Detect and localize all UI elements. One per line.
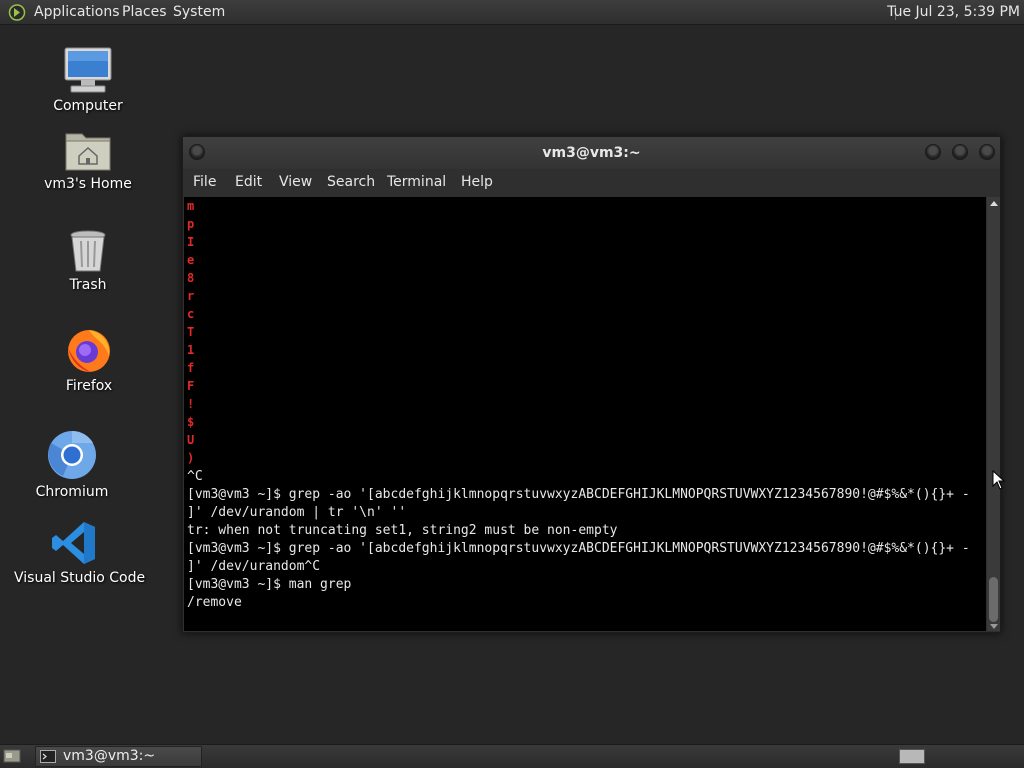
terminal-icon [40, 750, 56, 763]
desktop-icon-label: Chromium [35, 484, 109, 500]
random-char: f [187, 361, 195, 375]
close-button[interactable] [979, 144, 995, 160]
trash-icon [70, 230, 106, 272]
random-char: r [187, 289, 195, 303]
minimize-button[interactable] [925, 144, 941, 160]
terminal-line: [vm3@vm3 ~]$ man grep [187, 577, 352, 592]
scroll-down-arrow-icon[interactable] [990, 624, 998, 629]
desktop-icon-computer[interactable]: Computer [28, 46, 148, 114]
window-title: vm3@vm3:~ [542, 145, 641, 161]
bottom-panel: vm3@vm3:~ [0, 744, 1024, 768]
terminal-line: ]' /dev/urandom^C [187, 559, 321, 574]
desktop-icon-label: vm3's Home [44, 176, 132, 192]
random-char: $ [187, 415, 195, 429]
system-menu[interactable]: System [173, 0, 225, 25]
random-char: 8 [187, 271, 195, 285]
mouse-pointer-icon [992, 470, 1006, 490]
top-panel: Applications Places System Tue Jul 23, 5… [0, 0, 1024, 25]
terminal-line: [vm3@vm3 ~]$ grep -ao '[abcdefghijklmnop… [187, 541, 970, 556]
taskbar-button-label: vm3@vm3:~ [63, 748, 156, 764]
applications-menu-icon[interactable] [8, 4, 26, 21]
places-menu[interactable]: Places [122, 0, 167, 25]
scroll-thumb[interactable] [989, 577, 998, 622]
show-desktop-icon[interactable] [3, 748, 21, 764]
vertical-scrollbar[interactable] [987, 197, 1000, 631]
terminal-line: ^C [187, 469, 203, 484]
desktop-icon-label: Trash [69, 277, 107, 293]
random-char: I [187, 235, 195, 249]
workspace-switcher[interactable] [899, 749, 925, 764]
terminal-line: ]' /dev/urandom | tr '\n' '' [187, 505, 407, 520]
home-folder-icon [65, 133, 111, 171]
desktop-icon-label: Visual Studio Code [14, 570, 146, 586]
terminal-line: /remove [187, 595, 242, 610]
chromium-icon [48, 430, 96, 479]
menu-help[interactable]: Help [461, 169, 493, 196]
desktop-icon-label: Computer [53, 98, 123, 114]
menu-edit[interactable]: Edit [235, 169, 262, 196]
random-char: 1 [187, 343, 195, 357]
maximize-button[interactable] [952, 144, 968, 160]
menu-search[interactable]: Search [327, 169, 375, 196]
taskbar-button-terminal[interactable]: vm3@vm3:~ [35, 746, 202, 767]
menu-view[interactable]: View [279, 169, 312, 196]
random-char: e [187, 253, 195, 267]
random-char: p [187, 217, 195, 231]
scroll-up-arrow-icon[interactable] [990, 201, 998, 206]
applications-menu[interactable]: Applications [34, 0, 120, 25]
random-char: c [187, 307, 195, 321]
firefox-icon [68, 330, 110, 372]
terminal-output[interactable]: m p I e 8 r c T 1 f F ! $ U ) ^C [vm3@vm… [184, 197, 986, 631]
desktop-icon-home[interactable]: vm3's Home [28, 128, 148, 192]
random-char: m [187, 199, 195, 213]
desktop-icon-vscode[interactable]: Visual Studio Code [14, 520, 146, 586]
clock[interactable]: Tue Jul 23, 5:39 PM [887, 0, 1020, 25]
terminal-window[interactable]: vm3@vm3:~ File Edit View Search Terminal… [182, 136, 1001, 633]
random-char: F [187, 379, 195, 393]
desktop-icon-firefox[interactable]: Firefox [29, 326, 149, 394]
vscode-icon [52, 522, 95, 564]
random-char: U [187, 433, 195, 447]
menu-file[interactable]: File [193, 169, 216, 196]
terminal-line: [vm3@vm3 ~]$ grep -ao '[abcdefghijklmnop… [187, 487, 970, 502]
menu-terminal[interactable]: Terminal [387, 169, 446, 196]
terminal-line: tr: when not truncating set1, string2 mu… [187, 523, 618, 538]
desktop-icon-chromium[interactable]: Chromium [12, 430, 132, 500]
computer-icon [64, 47, 112, 93]
desktop-icon-trash[interactable]: Trash [28, 229, 148, 293]
random-char: ! [187, 397, 195, 411]
menu-bar: File Edit View Search Terminal Help [183, 169, 1000, 196]
desktop-icon-label: Firefox [65, 378, 113, 394]
random-char: T [187, 325, 195, 339]
title-bar[interactable]: vm3@vm3:~ [183, 137, 1000, 169]
random-char: ) [187, 451, 195, 465]
